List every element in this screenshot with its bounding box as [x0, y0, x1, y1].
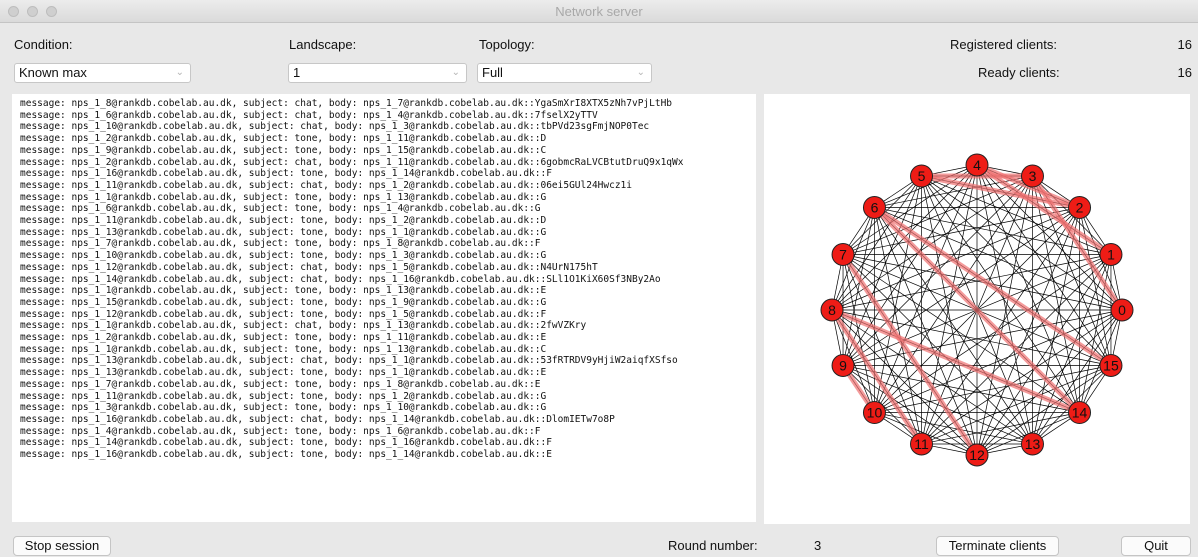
- window-title: Network server: [555, 4, 643, 19]
- graph-node: 8: [820, 298, 844, 322]
- graph-node: 0: [1110, 298, 1134, 322]
- ready-clients-label: Ready clients:: [978, 65, 1060, 80]
- graph-node: 10: [862, 401, 886, 425]
- graph-node: 13: [1020, 432, 1044, 456]
- registered-clients-label: Registered clients:: [950, 37, 1057, 52]
- log-line: message: nps_1_16@rankdb.cobelab.au.dk, …: [20, 449, 552, 461]
- log-line: message: nps_1_16@rankdb.cobelab.au.dk, …: [20, 168, 552, 180]
- landscape-label: Landscape:: [289, 37, 357, 52]
- log-line: message: nps_1_6@rankdb.cobelab.au.dk, s…: [20, 203, 541, 215]
- log-line: message: nps_1_11@rankdb.cobelab.au.dk, …: [20, 215, 547, 227]
- graph-node: 5: [910, 164, 934, 188]
- node-label: 4: [973, 157, 981, 173]
- condition-label: Condition:: [14, 37, 73, 52]
- node-label: 10: [867, 405, 883, 421]
- log-line: message: nps_1_14@rankdb.cobelab.au.dk, …: [20, 437, 552, 449]
- log-line: message: nps_1_1@rankdb.cobelab.au.dk, s…: [20, 285, 547, 297]
- round-number-label: Round number:: [668, 538, 758, 553]
- log-line: message: nps_1_13@rankdb.cobelab.au.dk, …: [20, 226, 547, 238]
- condition-value: Known max: [19, 65, 87, 80]
- log-line: message: nps_1_14@rankdb.cobelab.au.dk, …: [20, 273, 661, 285]
- topology-select[interactable]: Full ⌄: [477, 63, 652, 83]
- log-line: message: nps_1_1@rankdb.cobelab.au.dk, s…: [20, 343, 547, 355]
- network-graph-panel: 0 1 2 3 4 5 6 7 8 9 10 11 12 13 14 15: [764, 94, 1190, 524]
- node-label: 9: [839, 357, 847, 373]
- graph-node: 4: [965, 153, 989, 177]
- graph-node: 6: [862, 195, 886, 219]
- log-line: message: nps_1_13@rankdb.cobelab.au.dk, …: [20, 355, 678, 367]
- quit-button[interactable]: Quit: [1121, 536, 1191, 556]
- stop-session-button[interactable]: Stop session: [13, 536, 111, 556]
- log-line: message: nps_1_10@rankdb.cobelab.au.dk, …: [20, 250, 547, 262]
- node-label: 11: [914, 436, 929, 452]
- landscape-select[interactable]: 1 ⌄: [288, 63, 467, 83]
- ready-clients-count: 16: [1177, 65, 1192, 80]
- node-label: 5: [918, 168, 926, 184]
- topology-value: Full: [482, 65, 503, 80]
- graph-node: 15: [1099, 353, 1123, 377]
- log-line: message: nps_1_8@rankdb.cobelab.au.dk, s…: [20, 98, 673, 109]
- round-number-value: 3: [814, 538, 822, 553]
- log-line: message: nps_1_10@rankdb.cobelab.au.dk, …: [20, 121, 650, 133]
- log-line: message: nps_1_1@rankdb.cobelab.au.dk, s…: [20, 191, 547, 203]
- node-label: 0: [1118, 302, 1126, 318]
- log-line: message: nps_1_16@rankdb.cobelab.au.dk, …: [20, 413, 615, 425]
- log-line: message: nps_1_11@rankdb.cobelab.au.dk, …: [20, 390, 547, 402]
- title-bar: Network server: [0, 0, 1198, 23]
- terminate-clients-button[interactable]: Terminate clients: [936, 536, 1059, 556]
- graph-node: 14: [1068, 401, 1092, 425]
- log-line: message: nps_1_9@rankdb.cobelab.au.dk, s…: [20, 144, 547, 156]
- log-line: message: nps_1_4@rankdb.cobelab.au.dk, s…: [20, 425, 541, 437]
- log-line: message: nps_1_12@rankdb.cobelab.au.dk, …: [20, 261, 598, 273]
- registered-clients-count: 16: [1177, 37, 1192, 52]
- node-label: 1: [1107, 247, 1115, 263]
- message-log[interactable]: message: nps_1_8@rankdb.cobelab.au.dk, s…: [12, 94, 756, 522]
- chevron-down-icon: ⌄: [451, 67, 460, 78]
- node-label: 14: [1072, 405, 1088, 421]
- node-label: 8: [828, 302, 836, 318]
- node-label: 7: [839, 247, 847, 263]
- log-line: message: nps_1_3@rankdb.cobelab.au.dk, s…: [20, 402, 547, 414]
- log-line: message: nps_1_2@rankdb.cobelab.au.dk, s…: [20, 156, 684, 168]
- log-line: message: nps_1_1@rankdb.cobelab.au.dk, s…: [20, 320, 587, 332]
- log-line: message: nps_1_13@rankdb.cobelab.au.dk, …: [20, 367, 547, 379]
- node-label: 6: [871, 199, 879, 215]
- graph-node: 7: [831, 243, 855, 267]
- graph-node: 1: [1099, 243, 1123, 267]
- node-label: 3: [1029, 168, 1037, 184]
- log-line: message: nps_1_6@rankdb.cobelab.au.dk, s…: [20, 109, 598, 121]
- log-line: message: nps_1_12@rankdb.cobelab.au.dk, …: [20, 308, 547, 320]
- chevron-down-icon: ⌄: [175, 67, 184, 78]
- graph-node: 9: [831, 353, 855, 377]
- log-line: message: nps_1_15@rankdb.cobelab.au.dk, …: [20, 296, 547, 308]
- log-line: message: nps_1_7@rankdb.cobelab.au.dk, s…: [20, 378, 541, 390]
- topology-label: Topology:: [479, 37, 535, 52]
- graph-node: 3: [1020, 164, 1044, 188]
- condition-select[interactable]: Known max ⌄: [14, 63, 191, 83]
- chevron-down-icon: ⌄: [636, 67, 645, 78]
- log-line: message: nps_1_2@rankdb.cobelab.au.dk, s…: [20, 332, 547, 344]
- landscape-value: 1: [293, 65, 301, 80]
- log-line: message: nps_1_11@rankdb.cobelab.au.dk, …: [20, 179, 632, 191]
- log-line: message: nps_1_7@rankdb.cobelab.au.dk, s…: [20, 238, 541, 250]
- graph-node: 2: [1068, 195, 1092, 219]
- node-label: 15: [1103, 357, 1119, 373]
- graph-node: 11: [910, 432, 934, 456]
- node-label: 12: [969, 447, 985, 463]
- log-line: message: nps_1_2@rankdb.cobelab.au.dk, s…: [20, 133, 547, 145]
- node-label: 2: [1076, 199, 1084, 215]
- network-graph: 0123456789101112131415: [820, 153, 1134, 467]
- graph-node: 12: [965, 443, 989, 467]
- node-label: 13: [1025, 436, 1041, 452]
